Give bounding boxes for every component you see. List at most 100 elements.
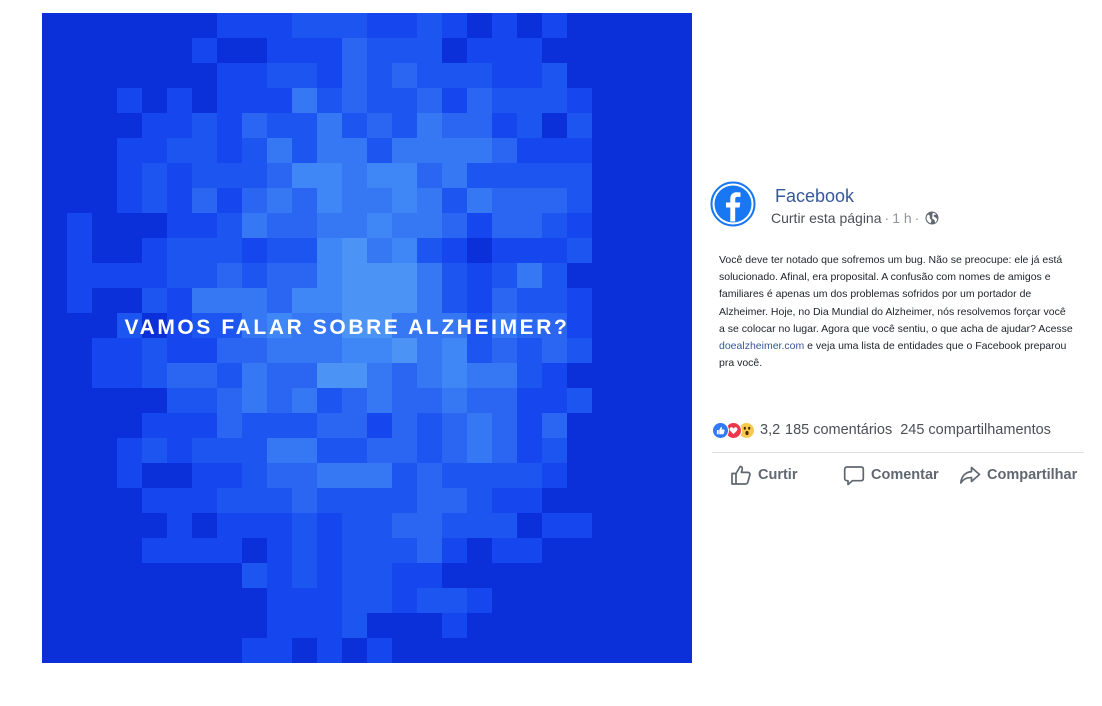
mosaic-tile bbox=[442, 138, 467, 163]
mosaic-tile bbox=[617, 213, 642, 238]
mosaic-tile bbox=[667, 388, 692, 413]
mosaic-tile bbox=[67, 588, 92, 613]
mosaic-tile bbox=[667, 263, 692, 288]
share-label: Compartilhar bbox=[987, 467, 1078, 483]
mosaic-tile bbox=[667, 538, 692, 563]
mosaic-tile bbox=[517, 438, 542, 463]
mosaic-tile bbox=[492, 213, 517, 238]
mosaic-tile bbox=[592, 238, 617, 263]
post-link[interactable]: doealzheimer.com bbox=[719, 340, 804, 352]
mosaic-tile bbox=[642, 138, 667, 163]
shares-count[interactable]: 245 compartilhamentos bbox=[900, 422, 1051, 438]
mosaic-tile bbox=[617, 338, 642, 363]
mosaic-tile bbox=[492, 63, 517, 88]
mosaic-tile bbox=[492, 388, 517, 413]
mosaic-tile bbox=[667, 63, 692, 88]
mosaic-tile bbox=[42, 163, 67, 188]
reaction-count[interactable]: 3,2 bbox=[760, 422, 782, 438]
mosaic-tile bbox=[417, 563, 442, 588]
mosaic-tile bbox=[667, 638, 692, 663]
mosaic-tile bbox=[617, 388, 642, 413]
mosaic-tile bbox=[142, 113, 167, 138]
globe-icon[interactable] bbox=[925, 211, 939, 225]
mosaic-tile bbox=[442, 13, 467, 38]
mosaic-tile bbox=[342, 538, 367, 563]
mosaic-tile bbox=[267, 363, 292, 388]
thumbs-up-icon bbox=[731, 465, 751, 485]
page-name-link[interactable]: Facebook bbox=[775, 186, 854, 207]
mosaic-tile bbox=[217, 613, 242, 638]
mosaic-tile bbox=[442, 413, 467, 438]
mosaic-tile bbox=[392, 638, 417, 663]
mosaic-tile bbox=[67, 338, 92, 363]
mosaic-tile bbox=[117, 38, 142, 63]
mosaic-tile bbox=[192, 138, 217, 163]
mosaic-tile bbox=[242, 613, 267, 638]
mosaic-tile bbox=[617, 138, 642, 163]
like-button[interactable]: Curtir bbox=[730, 464, 797, 486]
mosaic-tile bbox=[67, 613, 92, 638]
mosaic-tile bbox=[392, 238, 417, 263]
mosaic-tile bbox=[442, 213, 467, 238]
mosaic-tile bbox=[392, 613, 417, 638]
mosaic-tile bbox=[517, 163, 542, 188]
mosaic-tile bbox=[442, 288, 467, 313]
mosaic-tile bbox=[267, 288, 292, 313]
mosaic-tile bbox=[617, 538, 642, 563]
like-icon[interactable] bbox=[712, 421, 729, 439]
mosaic-tile bbox=[167, 38, 192, 63]
mosaic-tile bbox=[542, 63, 567, 88]
mosaic-tile bbox=[67, 463, 92, 488]
mosaic-tile bbox=[242, 563, 267, 588]
mosaic-tile bbox=[342, 63, 367, 88]
mosaic-tile bbox=[367, 13, 392, 38]
post-timestamp[interactable]: 1 h bbox=[892, 210, 911, 226]
mosaic-tile bbox=[92, 13, 117, 38]
comments-count[interactable]: 185 comentários bbox=[785, 422, 892, 438]
mosaic-tile bbox=[67, 63, 92, 88]
facebook-logo-avatar[interactable] bbox=[710, 181, 756, 227]
mosaic-tile bbox=[367, 263, 392, 288]
mosaic-tile bbox=[242, 188, 267, 213]
mosaic-tile bbox=[392, 438, 417, 463]
mosaic-tile bbox=[117, 13, 142, 38]
post-image[interactable]: VAMOS FALAR SOBRE ALZHEIMER? bbox=[42, 13, 692, 663]
like-page-link[interactable]: Curtir esta página bbox=[771, 210, 882, 226]
mosaic-tile bbox=[642, 463, 667, 488]
mosaic-tile bbox=[342, 238, 367, 263]
mosaic-tile bbox=[492, 513, 517, 538]
mosaic-tile bbox=[117, 63, 142, 88]
mosaic-tile bbox=[392, 588, 417, 613]
mosaic-tile bbox=[417, 288, 442, 313]
image-headline: VAMOS FALAR SOBRE ALZHEIMER? bbox=[124, 316, 570, 339]
share-button[interactable]: Compartilhar bbox=[959, 464, 1077, 486]
mosaic-tile bbox=[667, 513, 692, 538]
mosaic-tile bbox=[617, 363, 642, 388]
mosaic-tile bbox=[317, 413, 342, 438]
mosaic-tile bbox=[167, 88, 192, 113]
mosaic-tile bbox=[492, 263, 517, 288]
mosaic-tile bbox=[367, 413, 392, 438]
mosaic-tile bbox=[617, 588, 642, 613]
mosaic-tile bbox=[592, 163, 617, 188]
mosaic-tile bbox=[642, 63, 667, 88]
mosaic-tile bbox=[42, 338, 67, 363]
mosaic-tile bbox=[192, 288, 217, 313]
mosaic-tile bbox=[42, 138, 67, 163]
mosaic-tile bbox=[92, 263, 117, 288]
mosaic-tile bbox=[642, 13, 667, 38]
mosaic-tile bbox=[292, 638, 317, 663]
mosaic-tile bbox=[317, 138, 342, 163]
mosaic-tile bbox=[167, 588, 192, 613]
mosaic-tile bbox=[317, 613, 342, 638]
mosaic-tile bbox=[517, 13, 542, 38]
mosaic-tile bbox=[417, 513, 442, 538]
mosaic-tile bbox=[92, 538, 117, 563]
mosaic-tile bbox=[67, 238, 92, 263]
mosaic-tile bbox=[217, 13, 242, 38]
mosaic-tile bbox=[117, 413, 142, 438]
comment-button[interactable]: Comentar bbox=[843, 464, 939, 486]
mosaic-tile bbox=[417, 463, 442, 488]
mosaic-tile bbox=[342, 363, 367, 388]
mosaic-tile bbox=[67, 438, 92, 463]
